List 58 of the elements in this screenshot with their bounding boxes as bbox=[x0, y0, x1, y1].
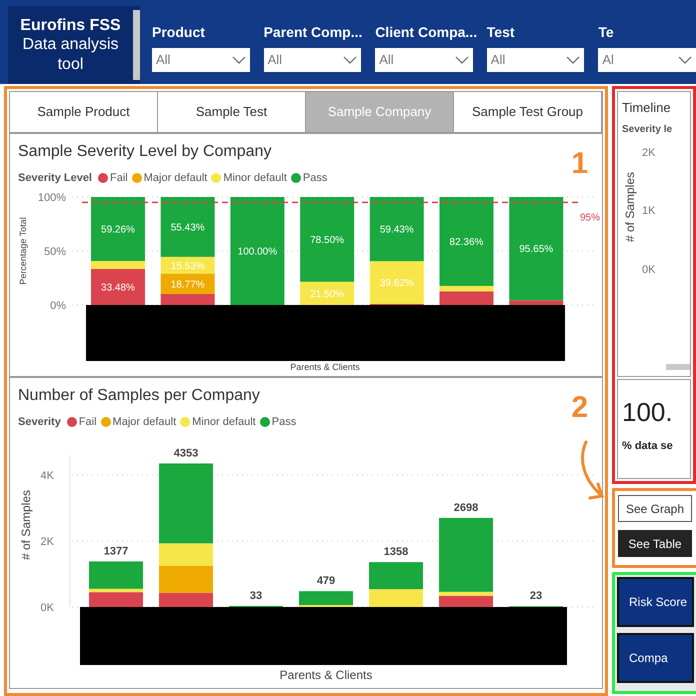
axis-tick-label: 50% bbox=[44, 246, 66, 258]
axis-tick-label: 0K bbox=[40, 602, 54, 614]
axis-tick-label: 2K bbox=[642, 146, 656, 160]
kpi-value: 100. bbox=[622, 396, 673, 428]
logo-subtitle: Data analysis tool bbox=[21, 35, 120, 74]
filter-label: Te bbox=[598, 23, 615, 42]
chart-title: Number of Samples per Company bbox=[18, 386, 260, 406]
x-axis-title: Parents & Clients bbox=[280, 668, 372, 682]
legend-title: Severity le bbox=[622, 122, 672, 136]
total-label: 1377 bbox=[104, 544, 128, 557]
x-axis-title: Parents & Clients bbox=[290, 362, 360, 372]
kpi-label: % data se bbox=[622, 439, 673, 454]
total-label: 33 bbox=[250, 589, 262, 602]
y-axis-title: Percentage Total bbox=[18, 216, 28, 284]
axis-tick-label: 0K bbox=[642, 262, 656, 278]
logo-title: Eurofins FSS bbox=[20, 16, 121, 36]
data-label: 59.43% bbox=[380, 224, 414, 236]
axis-tick-label: 2K bbox=[40, 536, 54, 548]
axis-tick-label: 1K bbox=[642, 204, 656, 219]
axis-tick-label: 100% bbox=[38, 192, 66, 204]
data-label: 59.26% bbox=[101, 224, 135, 235]
filter-label: Test bbox=[486, 23, 516, 42]
filter-label: Parent Comp... bbox=[264, 23, 362, 42]
legend-title: Severity bbox=[18, 415, 61, 430]
data-label: 18.77% bbox=[170, 278, 205, 290]
total-label: 4353 bbox=[174, 446, 198, 459]
legend-label: Major default bbox=[144, 171, 208, 186]
data-label: 15.53% bbox=[170, 260, 205, 272]
data-label: 21.50% bbox=[310, 288, 344, 300]
data-label: 100.00% bbox=[238, 246, 278, 257]
legend-label: Pass bbox=[302, 171, 328, 186]
reference-label: 95% bbox=[580, 212, 600, 223]
total-label: 2698 bbox=[454, 501, 478, 514]
y-axis-title: # of Samples bbox=[19, 489, 33, 560]
legend-label: Fail bbox=[78, 415, 97, 430]
data-label: 78.50% bbox=[310, 234, 344, 246]
legend-label: Minor default bbox=[192, 415, 256, 430]
legend-label: Pass bbox=[272, 415, 296, 430]
chart-title: Timeline bbox=[622, 99, 671, 117]
total-label: 23 bbox=[530, 590, 542, 602]
legend-label: Minor default bbox=[223, 171, 287, 186]
data-label: 33.48% bbox=[101, 282, 135, 293]
chart-title: Sample Severity Level by Company bbox=[18, 142, 272, 162]
axis-tick-label: 4K bbox=[40, 470, 54, 482]
data-label: 95.65% bbox=[519, 244, 554, 255]
legend-title: Severity Level bbox=[18, 171, 92, 186]
callout-number: 1 bbox=[571, 146, 588, 182]
filter-label: Product bbox=[152, 23, 206, 42]
y-axis-title: # of Samples bbox=[622, 171, 638, 242]
axis-tick-label: 0% bbox=[50, 300, 66, 312]
data-label: 55.43% bbox=[170, 222, 205, 233]
data-label: 82.36% bbox=[450, 236, 484, 248]
callout-number: 2 bbox=[571, 390, 588, 426]
data-label: 39.62% bbox=[380, 278, 414, 289]
legend-label: Fail bbox=[110, 171, 128, 186]
total-label: 1358 bbox=[384, 546, 408, 558]
legend-label: Major default bbox=[112, 415, 176, 430]
total-label: 479 bbox=[316, 574, 336, 587]
